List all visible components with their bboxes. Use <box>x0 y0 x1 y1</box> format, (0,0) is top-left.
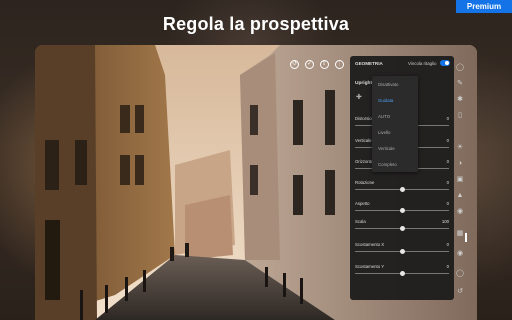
crop-lock-label: Vincola ritaglio <box>408 61 437 66</box>
active-tool-indicator <box>465 233 467 242</box>
slider-value[interactable]: 0 <box>447 180 449 185</box>
slider-thumb[interactable] <box>399 208 405 213</box>
brush-icon[interactable]: ✎ <box>455 79 465 89</box>
crop-lock-toggle[interactable] <box>440 60 450 66</box>
editor-screen: ↺ ✓ ⇧ ⋮ GEOMETRIA Vincola ritaglio Uprig… <box>35 45 477 320</box>
geometry-panel: GEOMETRIA Vincola ritaglio Upright ✚ Dis… <box>350 56 454 300</box>
dropdown-option[interactable]: Disattivato <box>378 82 399 87</box>
effects-icon[interactable]: ▣ <box>455 175 465 185</box>
slider-value[interactable]: 0 <box>447 159 449 164</box>
history-icon[interactable]: ↺ <box>455 287 465 297</box>
premium-badge[interactable]: Premium <box>456 0 512 13</box>
slider-thumb[interactable] <box>399 271 405 276</box>
dropdown-option[interactable]: Guidata <box>378 98 393 103</box>
panel-title: GEOMETRIA <box>355 61 383 66</box>
eraser-icon[interactable]: ▯ <box>455 111 465 121</box>
detail-icon[interactable]: ▲ <box>455 191 465 201</box>
light-icon[interactable]: ☀ <box>455 143 465 153</box>
slider-thumb[interactable] <box>399 249 405 254</box>
slider-value[interactable]: 0 <box>447 138 449 143</box>
guided-upright-icon[interactable]: ✚ <box>356 94 364 102</box>
undo-icon[interactable]: ↺ <box>290 60 299 69</box>
dropdown-option[interactable]: Completo <box>378 162 397 167</box>
upright-label: Upright <box>355 81 373 86</box>
slider-label: Aspetto <box>355 201 370 206</box>
heal-icon[interactable]: ✱ <box>455 95 465 105</box>
slider-label: Scostamento X <box>355 242 385 247</box>
slider-value[interactable]: 0 <box>447 264 449 269</box>
slider-value[interactable]: 0 <box>447 116 449 121</box>
more-icon[interactable]: ⋮ <box>335 60 344 69</box>
tool-rail: ◯ ✎ ✱ ▯ ☀ ◑ ▣ ▲ ◉ ▦ ◉ ◯ ↺ <box>455 61 467 311</box>
slider-track[interactable] <box>355 271 449 276</box>
slider-label: Verticale <box>355 138 372 143</box>
geometry-icon[interactable]: ▦ <box>455 229 465 239</box>
slider-label: Rotazione <box>355 180 375 185</box>
slider-value[interactable]: 0 <box>447 201 449 206</box>
color-icon[interactable]: ◑ <box>455 159 465 169</box>
versions-icon[interactable]: ◯ <box>455 269 465 279</box>
slider-label: Scostamento Y <box>355 264 385 269</box>
circle-icon[interactable]: ◯ <box>455 63 465 73</box>
dropdown-option[interactable]: Verticale <box>378 146 395 151</box>
slider-track[interactable] <box>355 187 449 192</box>
slider-label: Scala <box>355 219 366 224</box>
share-icon[interactable]: ⇧ <box>320 60 329 69</box>
slider-track[interactable] <box>355 226 449 231</box>
slider-track[interactable] <box>355 249 449 254</box>
slider-thumb[interactable] <box>399 226 405 231</box>
dropdown-option[interactable]: Livello <box>378 130 390 135</box>
upright-dropdown[interactable]: Disattivato Guidata AUTO Livello Verticale Co… <box>372 76 418 172</box>
top-toolbar: ↺ ✓ ⇧ ⋮ <box>290 60 344 69</box>
promo-headline: Regola la prospettiva <box>162 14 350 34</box>
dropdown-option[interactable]: AUTO <box>378 114 390 119</box>
slider-thumb[interactable] <box>399 187 405 192</box>
presets-icon[interactable]: ◉ <box>455 249 465 259</box>
check-icon[interactable]: ✓ <box>305 60 314 69</box>
optics-icon[interactable]: ◉ <box>455 207 465 217</box>
slider-value[interactable]: 100 <box>442 219 449 224</box>
slider-value[interactable]: 0 <box>447 242 449 247</box>
slider-track[interactable] <box>355 208 449 213</box>
